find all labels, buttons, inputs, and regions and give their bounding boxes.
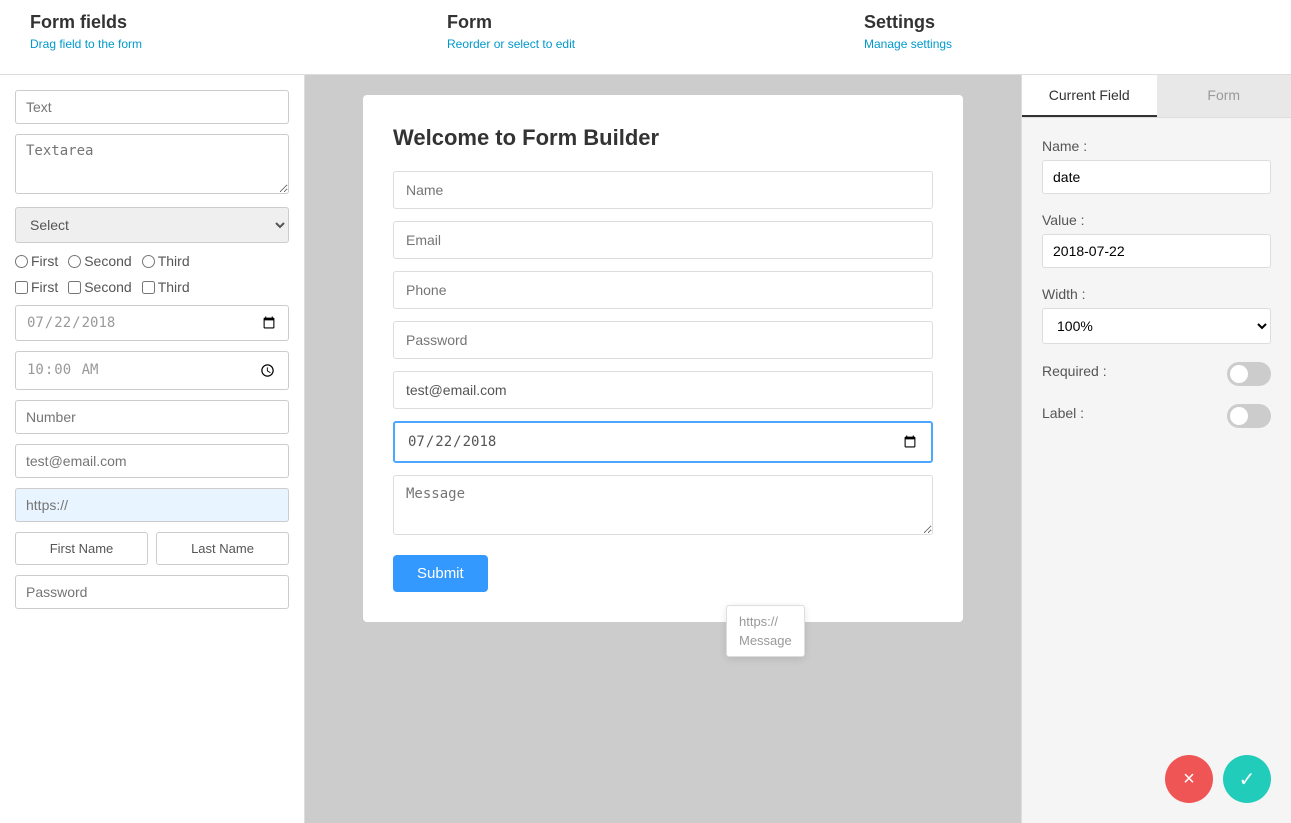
bottom-actions: × ✓ (1165, 755, 1271, 803)
form-message-field[interactable] (393, 475, 933, 538)
header: Form fields Drag field to the form Form … (0, 0, 1291, 75)
form-message-input[interactable] (393, 475, 933, 535)
settings-label-row: Label : (1042, 404, 1271, 428)
name-group: First Name Last Name (15, 532, 289, 565)
settings-label-label: Label : (1042, 405, 1084, 421)
url-tooltip-value: https:// (739, 614, 792, 629)
form-card: Welcome to Form Builder https:// (363, 95, 963, 622)
form-subtitle: Reorder or select to edit (447, 37, 844, 51)
settings-subtitle: Manage settings (864, 37, 1261, 51)
radio-third-input[interactable] (142, 255, 155, 268)
checkbox-second[interactable]: Second (68, 279, 131, 295)
settings-name-label: Name : (1042, 138, 1271, 154)
password-field-item[interactable] (15, 575, 289, 609)
settings-content: Name : Value : Width : 100% 75% 50% 25% … (1022, 118, 1291, 466)
settings-tabs: Current Field Form (1022, 75, 1291, 118)
radio-first[interactable]: First (15, 253, 58, 269)
checkbox-second-label: Second (84, 279, 131, 295)
right-panel: Current Field Form Name : Value : Width … (1021, 75, 1291, 823)
number-input[interactable] (15, 400, 289, 434)
settings-required-row: Required : (1042, 362, 1271, 386)
date-input[interactable] (15, 305, 289, 341)
settings-value-input[interactable] (1042, 234, 1271, 268)
settings-name-input[interactable] (1042, 160, 1271, 194)
main-layout: Select Option 1 Option 2 First Second Th… (0, 75, 1291, 823)
center-panel: Welcome to Form Builder https:// (305, 75, 1021, 823)
tab-current-field[interactable]: Current Field (1022, 75, 1157, 117)
radio-second-label: Second (84, 253, 131, 269)
form-password-input[interactable] (393, 321, 933, 359)
form-password-field[interactable] (393, 321, 933, 359)
text-input[interactable] (15, 90, 289, 124)
time-field-item[interactable] (15, 351, 289, 390)
confirm-button[interactable]: ✓ (1223, 755, 1271, 803)
checkbox-third-input[interactable] (142, 281, 155, 294)
time-input[interactable] (15, 351, 289, 390)
settings-value-row: Value : (1042, 212, 1271, 268)
form-card-title: Welcome to Form Builder (393, 125, 933, 151)
checkbox-group: First Second Third (15, 279, 289, 295)
radio-second[interactable]: Second (68, 253, 131, 269)
settings-width-label: Width : (1042, 286, 1271, 302)
password-input[interactable] (15, 575, 289, 609)
header-form-section: Form Reorder or select to edit (437, 12, 854, 51)
radio-third[interactable]: Third (142, 253, 190, 269)
form-name-input[interactable] (393, 171, 933, 209)
cancel-button[interactable]: × (1165, 755, 1213, 803)
url-input[interactable] (15, 488, 289, 522)
form-phone-input[interactable] (393, 271, 933, 309)
checkbox-third-label: Third (158, 279, 190, 295)
required-toggle[interactable] (1227, 362, 1271, 386)
form-name-field[interactable] (393, 171, 933, 209)
radio-third-label: Third (158, 253, 190, 269)
firstname-button[interactable]: First Name (15, 532, 148, 565)
required-slider (1227, 362, 1271, 386)
textarea-input[interactable] (15, 134, 289, 194)
label-slider (1227, 404, 1271, 428)
settings-width-row: Width : 100% 75% 50% 25% (1042, 286, 1271, 344)
form-email-field[interactable] (393, 221, 933, 259)
fields-subtitle: Drag field to the form (30, 37, 427, 51)
select-input[interactable]: Select Option 1 Option 2 (15, 207, 289, 243)
header-fields-section: Form fields Drag field to the form (20, 12, 437, 51)
radio-second-input[interactable] (68, 255, 81, 268)
settings-required-label: Required : (1042, 363, 1107, 379)
tab-form[interactable]: Form (1157, 75, 1291, 117)
submit-button[interactable]: Submit (393, 555, 488, 592)
radio-group: First Second Third (15, 253, 289, 269)
checkbox-first[interactable]: First (15, 279, 58, 295)
form-title: Form (447, 12, 844, 33)
checkbox-second-input[interactable] (68, 281, 81, 294)
select-field-item[interactable]: Select Option 1 Option 2 (15, 207, 289, 243)
number-field-item[interactable] (15, 400, 289, 434)
form-date-input[interactable] (393, 421, 933, 463)
checkbox-first-input[interactable] (15, 281, 28, 294)
email-field-item[interactable] (15, 444, 289, 478)
fields-title: Form fields (30, 12, 427, 33)
checkbox-first-label: First (31, 279, 58, 295)
settings-value-label: Value : (1042, 212, 1271, 228)
email-input[interactable] (15, 444, 289, 478)
textarea-field-item[interactable] (15, 134, 289, 197)
form-phone-field[interactable] (393, 271, 933, 309)
form-date-field[interactable] (393, 421, 933, 463)
url-tooltip-message: Message (739, 633, 792, 648)
settings-width-select[interactable]: 100% 75% 50% 25% (1042, 308, 1271, 344)
radio-first-input[interactable] (15, 255, 28, 268)
settings-title: Settings (864, 12, 1261, 33)
left-panel: Select Option 1 Option 2 First Second Th… (0, 75, 305, 823)
url-tooltip: https:// Message (726, 605, 805, 657)
date-field-item[interactable] (15, 305, 289, 341)
form-email-input[interactable] (393, 221, 933, 259)
label-toggle[interactable] (1227, 404, 1271, 428)
checkbox-third[interactable]: Third (142, 279, 190, 295)
header-settings-section: Settings Manage settings (854, 12, 1271, 51)
text-field-item[interactable] (15, 90, 289, 124)
lastname-button[interactable]: Last Name (156, 532, 289, 565)
radio-first-label: First (31, 253, 58, 269)
form-email2-field[interactable] (393, 371, 933, 409)
settings-name-row: Name : (1042, 138, 1271, 194)
form-email2-input[interactable] (393, 371, 933, 409)
url-field-item[interactable] (15, 488, 289, 522)
